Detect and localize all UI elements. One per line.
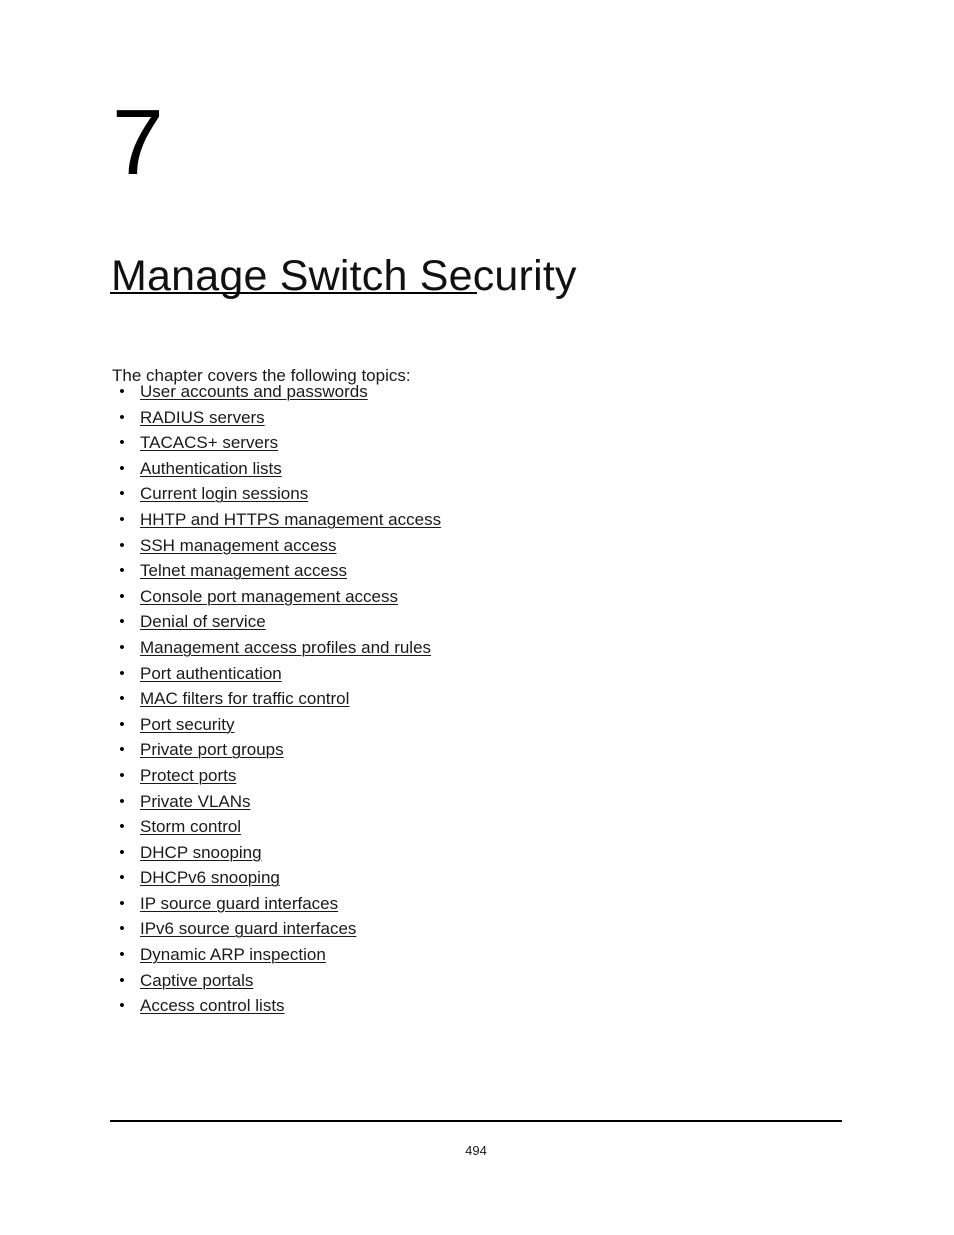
bullet-icon: • (119, 383, 125, 400)
list-item[interactable]: • MAC filters for traffic control (110, 686, 842, 712)
topic-link[interactable]: SSH management access (140, 536, 337, 555)
list-item[interactable]: • Private port groups (110, 737, 842, 763)
bullet-icon: • (119, 920, 125, 938)
list-item[interactable]: • Captive portals (110, 968, 842, 994)
topic-link[interactable]: Protect ports (140, 766, 236, 785)
bullet-icon: • (119, 664, 125, 682)
list-item[interactable]: • Management access profiles and rules (110, 635, 842, 661)
topic-link[interactable]: Telnet management access (140, 561, 347, 580)
bullet-icon: • (119, 434, 125, 452)
bullet-icon: • (119, 946, 125, 964)
list-item[interactable]: • IPv6 source guard interfaces (110, 916, 842, 942)
title-divider (110, 292, 477, 294)
topic-link[interactable]: Access control lists (140, 996, 285, 1015)
bullet-icon: • (119, 715, 125, 733)
list-item[interactable]: • Access control lists (110, 993, 842, 1019)
bullet-icon: • (119, 792, 125, 810)
list-item[interactable]: • Storm control (110, 814, 842, 840)
footer-divider (110, 1120, 842, 1122)
topic-link[interactable]: TACACS+ servers (140, 433, 278, 452)
topic-link[interactable]: RADIUS servers (140, 408, 265, 427)
topic-link[interactable]: Management access profiles and rules (140, 638, 431, 657)
list-item[interactable]: • Protect ports (110, 763, 842, 789)
list-item[interactable]: • Port security (110, 712, 842, 738)
bullet-icon: • (119, 562, 125, 580)
topic-link[interactable]: Current login sessions (140, 484, 308, 503)
list-item[interactable]: • SSH management access (110, 533, 842, 559)
topic-link[interactable]: Denial of service (140, 612, 266, 631)
topic-link[interactable]: User accounts and passwords (140, 382, 368, 401)
list-item[interactable]: • HHTP and HTTPS management access (110, 507, 842, 533)
topic-link[interactable]: Private VLANs (140, 792, 251, 811)
list-item[interactable]: • Authentication lists (110, 456, 842, 482)
topic-link[interactable]: Private port groups (140, 740, 284, 759)
list-item[interactable]: • Current login sessions (110, 481, 842, 507)
list-item[interactable]: • Port authentication (110, 661, 842, 687)
list-item[interactable]: • Console port management access (110, 584, 842, 610)
topic-link[interactable]: Dynamic ARP inspection (140, 945, 326, 964)
bullet-icon: • (119, 741, 125, 759)
page-number: 494 (465, 1143, 487, 1158)
topic-link[interactable]: Authentication lists (140, 459, 282, 478)
bullet-icon: • (119, 997, 125, 1015)
chapter-number: 7 (112, 90, 165, 194)
topic-link[interactable]: IPv6 source guard interfaces (140, 919, 356, 938)
document-page: 7 Manage Switch Security The chapter cov… (0, 0, 954, 1235)
bullet-icon: • (119, 613, 125, 631)
bullet-icon: • (119, 818, 125, 836)
bullet-icon: • (119, 971, 125, 989)
list-item[interactable]: • RADIUS servers (110, 405, 842, 431)
topic-link[interactable]: Captive portals (140, 971, 253, 990)
list-item[interactable]: • IP source guard interfaces (110, 891, 842, 917)
list-item[interactable]: • Telnet management access (110, 558, 842, 584)
topic-link[interactable]: Port authentication (140, 664, 282, 683)
topic-list: • User accounts and passwords • RADIUS serv… (110, 379, 842, 1019)
topic-link[interactable]: DHCPv6 snooping (140, 868, 280, 887)
topic-link[interactable]: Console port management access (140, 587, 398, 606)
list-item[interactable]: • DHCPv6 snooping (110, 865, 842, 891)
list-item[interactable]: • User accounts and passwords (110, 379, 842, 405)
bullet-icon: • (119, 587, 125, 605)
bullet-icon: • (119, 869, 125, 887)
topic-link[interactable]: Storm control (140, 817, 241, 836)
bullet-icon: • (119, 459, 125, 477)
bullet-icon: • (119, 408, 125, 426)
bullet-icon: • (119, 843, 125, 861)
topic-link[interactable]: MAC filters for traffic control (140, 689, 349, 708)
bullet-icon: • (119, 690, 125, 708)
list-item[interactable]: • Dynamic ARP inspection (110, 942, 842, 968)
list-item[interactable]: • Denial of service (110, 609, 842, 635)
bullet-icon: • (119, 510, 125, 528)
list-item[interactable]: • TACACS+ servers (110, 430, 842, 456)
topic-link[interactable]: Port security (140, 715, 234, 734)
bullet-icon: • (119, 766, 125, 784)
bullet-icon: • (119, 485, 125, 503)
topic-link[interactable]: HHTP and HTTPS management access (140, 510, 441, 529)
bullet-icon: • (119, 894, 125, 912)
bullet-icon: • (119, 638, 125, 656)
list-item[interactable]: • DHCP snooping (110, 840, 842, 866)
list-item[interactable]: • Private VLANs (110, 789, 842, 815)
bullet-icon: • (119, 536, 125, 554)
topic-link[interactable]: DHCP snooping (140, 843, 262, 862)
topic-link[interactable]: IP source guard interfaces (140, 894, 338, 913)
page-content: 7 Manage Switch Security The chapter cov… (110, 0, 842, 1235)
